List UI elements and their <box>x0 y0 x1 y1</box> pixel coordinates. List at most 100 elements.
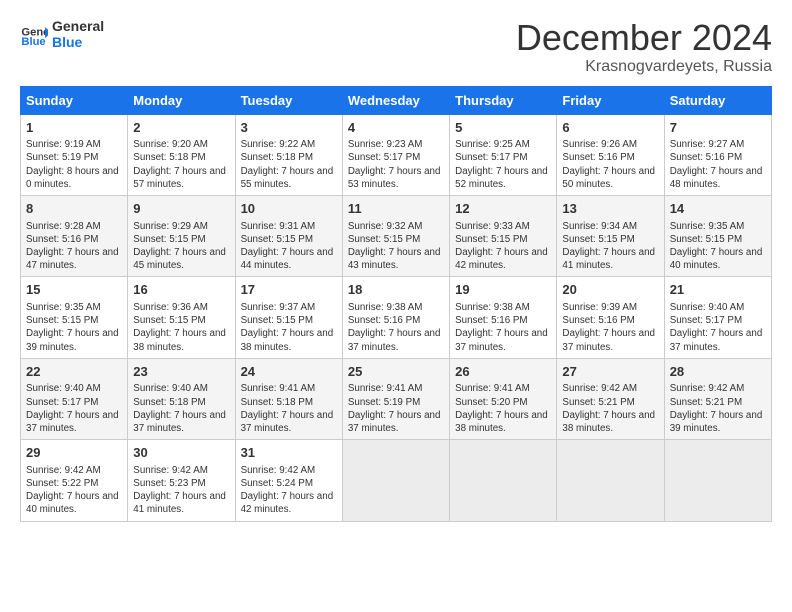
day-info: Sunrise: 9:41 AMSunset: 5:20 PMDaylight:… <box>455 382 551 435</box>
day-number: 24 <box>241 363 337 381</box>
day-info: Sunrise: 9:19 AMSunset: 5:19 PMDaylight:… <box>26 138 122 191</box>
week-row-1: 1Sunrise: 9:19 AMSunset: 5:19 PMDaylight… <box>21 114 772 195</box>
location-title: Krasnogvardeyets, Russia <box>516 58 772 76</box>
day-info: Sunrise: 9:26 AMSunset: 5:16 PMDaylight:… <box>562 138 658 191</box>
table-row: 20 Sunrise: 9:39 AMSunset: 5:16 PMDayligh… <box>557 277 664 358</box>
title-block: December 2024 Krasnogvardeyets, Russia <box>516 18 772 76</box>
day-number: 4 <box>348 119 444 137</box>
day-info: Sunrise: 9:22 AMSunset: 5:18 PMDaylight:… <box>241 138 337 191</box>
calendar-header: SundayMondayTuesdayWednesdayThursdayFrid… <box>21 86 772 114</box>
table-row: 29Sunrise: 9:42 AMSunset: 5:22 PMDayligh… <box>21 440 128 521</box>
day-info: Sunrise: 9:42 AMSunset: 5:21 PMDaylight:… <box>670 382 766 435</box>
day-number: 29 <box>26 444 122 462</box>
day-info: Sunrise: 9:40 AMSunset: 5:17 PMDaylight:… <box>670 301 766 354</box>
day-number: 28 <box>670 363 766 381</box>
table-row: 14 Sunrise: 9:35 AMSunset: 5:15 PMDayligh… <box>664 196 771 277</box>
logo-blue: Blue <box>52 34 104 50</box>
day-number: 22 <box>26 363 122 381</box>
week-row-4: 22Sunrise: 9:40 AMSunset: 5:17 PMDayligh… <box>21 358 772 439</box>
day-number: 31 <box>241 444 337 462</box>
day-number: 23 <box>133 363 229 381</box>
day-number: 11 <box>348 200 444 218</box>
table-row <box>450 440 557 521</box>
day-number: 27 <box>562 363 658 381</box>
table-row: 23Sunrise: 9:40 AMSunset: 5:18 PMDayligh… <box>128 358 235 439</box>
weekday-header-thursday: Thursday <box>450 86 557 114</box>
day-number: 30 <box>133 444 229 462</box>
weekday-header-tuesday: Tuesday <box>235 86 342 114</box>
day-info: Sunrise: 9:41 AMSunset: 5:19 PMDaylight:… <box>348 382 444 435</box>
svg-text:Blue: Blue <box>21 36 45 48</box>
table-row: 15 Sunrise: 9:35 AMSunset: 5:15 PMDayligh… <box>21 277 128 358</box>
table-row: 1Sunrise: 9:19 AMSunset: 5:19 PMDaylight… <box>21 114 128 195</box>
day-info: Sunrise: 9:40 AMSunset: 5:18 PMDaylight:… <box>133 382 229 435</box>
day-number: 21 <box>670 281 766 299</box>
day-number: 17 <box>241 281 337 299</box>
table-row: 11Sunrise: 9:32 AMSunset: 5:15 PMDayligh… <box>342 196 449 277</box>
table-row: 6Sunrise: 9:26 AMSunset: 5:16 PMDaylight… <box>557 114 664 195</box>
table-row: 24Sunrise: 9:41 AMSunset: 5:18 PMDayligh… <box>235 358 342 439</box>
calendar-table: SundayMondayTuesdayWednesdayThursdayFrid… <box>20 86 772 522</box>
table-row: 28Sunrise: 9:42 AMSunset: 5:21 PMDayligh… <box>664 358 771 439</box>
day-number: 14 <box>670 200 766 218</box>
table-row <box>557 440 664 521</box>
day-number: 6 <box>562 119 658 137</box>
day-number: 19 <box>455 281 551 299</box>
table-row <box>664 440 771 521</box>
table-row: 5Sunrise: 9:25 AMSunset: 5:17 PMDaylight… <box>450 114 557 195</box>
table-row: 17Sunrise: 9:37 AMSunset: 5:15 PMDayligh… <box>235 277 342 358</box>
day-info: Sunrise: 9:42 AMSunset: 5:21 PMDaylight:… <box>562 382 658 435</box>
day-number: 16 <box>133 281 229 299</box>
day-info: Sunrise: 9:25 AMSunset: 5:17 PMDaylight:… <box>455 138 551 191</box>
table-row: 2Sunrise: 9:20 AMSunset: 5:18 PMDaylight… <box>128 114 235 195</box>
day-number: 10 <box>241 200 337 218</box>
day-number: 2 <box>133 119 229 137</box>
day-info: Sunrise: 9:36 AMSunset: 5:15 PMDaylight:… <box>133 301 229 354</box>
table-row: 16 Sunrise: 9:36 AMSunset: 5:15 PMDayligh… <box>128 277 235 358</box>
day-number: 7 <box>670 119 766 137</box>
weekday-header-saturday: Saturday <box>664 86 771 114</box>
table-row: 10 Sunrise: 9:31 AMSunset: 5:15 PMDayligh… <box>235 196 342 277</box>
day-info: Sunrise: 9:38 AMSunset: 5:16 PMDaylight:… <box>455 301 551 354</box>
day-info: Sunrise: 9:29 AMSunset: 5:15 PMDaylight:… <box>133 220 229 273</box>
table-row <box>342 440 449 521</box>
day-number: 25 <box>348 363 444 381</box>
table-row: 8Sunrise: 9:28 AMSunset: 5:16 PMDaylight… <box>21 196 128 277</box>
day-info: Sunrise: 9:38 AMSunset: 5:16 PMDaylight:… <box>348 301 444 354</box>
table-row: 4Sunrise: 9:23 AMSunset: 5:17 PMDaylight… <box>342 114 449 195</box>
day-info: Sunrise: 9:35 AMSunset: 5:15 PMDaylight:… <box>670 220 766 273</box>
week-row-5: 29Sunrise: 9:42 AMSunset: 5:22 PMDayligh… <box>21 440 772 521</box>
day-info: Sunrise: 9:42 AMSunset: 5:23 PMDaylight:… <box>133 464 229 517</box>
table-row: 31Sunrise: 9:42 AMSunset: 5:24 PMDayligh… <box>235 440 342 521</box>
day-info: Sunrise: 9:31 AMSunset: 5:15 PMDaylight:… <box>241 220 337 273</box>
day-info: Sunrise: 9:23 AMSunset: 5:17 PMDaylight:… <box>348 138 444 191</box>
day-info: Sunrise: 9:34 AMSunset: 5:15 PMDaylight:… <box>562 220 658 273</box>
month-title: December 2024 <box>516 18 772 58</box>
day-info: Sunrise: 9:39 AMSunset: 5:16 PMDaylight:… <box>562 301 658 354</box>
logo-general: General <box>52 18 104 34</box>
calendar-body: 1Sunrise: 9:19 AMSunset: 5:19 PMDaylight… <box>21 114 772 521</box>
day-number: 18 <box>348 281 444 299</box>
weekday-header-row: SundayMondayTuesdayWednesdayThursdayFrid… <box>21 86 772 114</box>
day-number: 3 <box>241 119 337 137</box>
weekday-header-sunday: Sunday <box>21 86 128 114</box>
logo-icon: General Blue <box>20 20 48 48</box>
weekday-header-friday: Friday <box>557 86 664 114</box>
weekday-header-monday: Monday <box>128 86 235 114</box>
day-number: 20 <box>562 281 658 299</box>
table-row: 19 Sunrise: 9:38 AMSunset: 5:16 PMDayligh… <box>450 277 557 358</box>
day-number: 5 <box>455 119 551 137</box>
day-number: 15 <box>26 281 122 299</box>
table-row: 27Sunrise: 9:42 AMSunset: 5:21 PMDayligh… <box>557 358 664 439</box>
weekday-header-wednesday: Wednesday <box>342 86 449 114</box>
day-info: Sunrise: 9:27 AMSunset: 5:16 PMDaylight:… <box>670 138 766 191</box>
day-number: 1 <box>26 119 122 137</box>
day-info: Sunrise: 9:40 AMSunset: 5:17 PMDaylight:… <box>26 382 122 435</box>
day-number: 13 <box>562 200 658 218</box>
table-row: 12 Sunrise: 9:33 AMSunset: 5:15 PMDayligh… <box>450 196 557 277</box>
day-info: Sunrise: 9:35 AMSunset: 5:15 PMDaylight:… <box>26 301 122 354</box>
table-row: 18 Sunrise: 9:38 AMSunset: 5:16 PMDayligh… <box>342 277 449 358</box>
day-info: Sunrise: 9:33 AMSunset: 5:15 PMDaylight:… <box>455 220 551 273</box>
day-number: 12 <box>455 200 551 218</box>
day-info: Sunrise: 9:20 AMSunset: 5:18 PMDaylight:… <box>133 138 229 191</box>
